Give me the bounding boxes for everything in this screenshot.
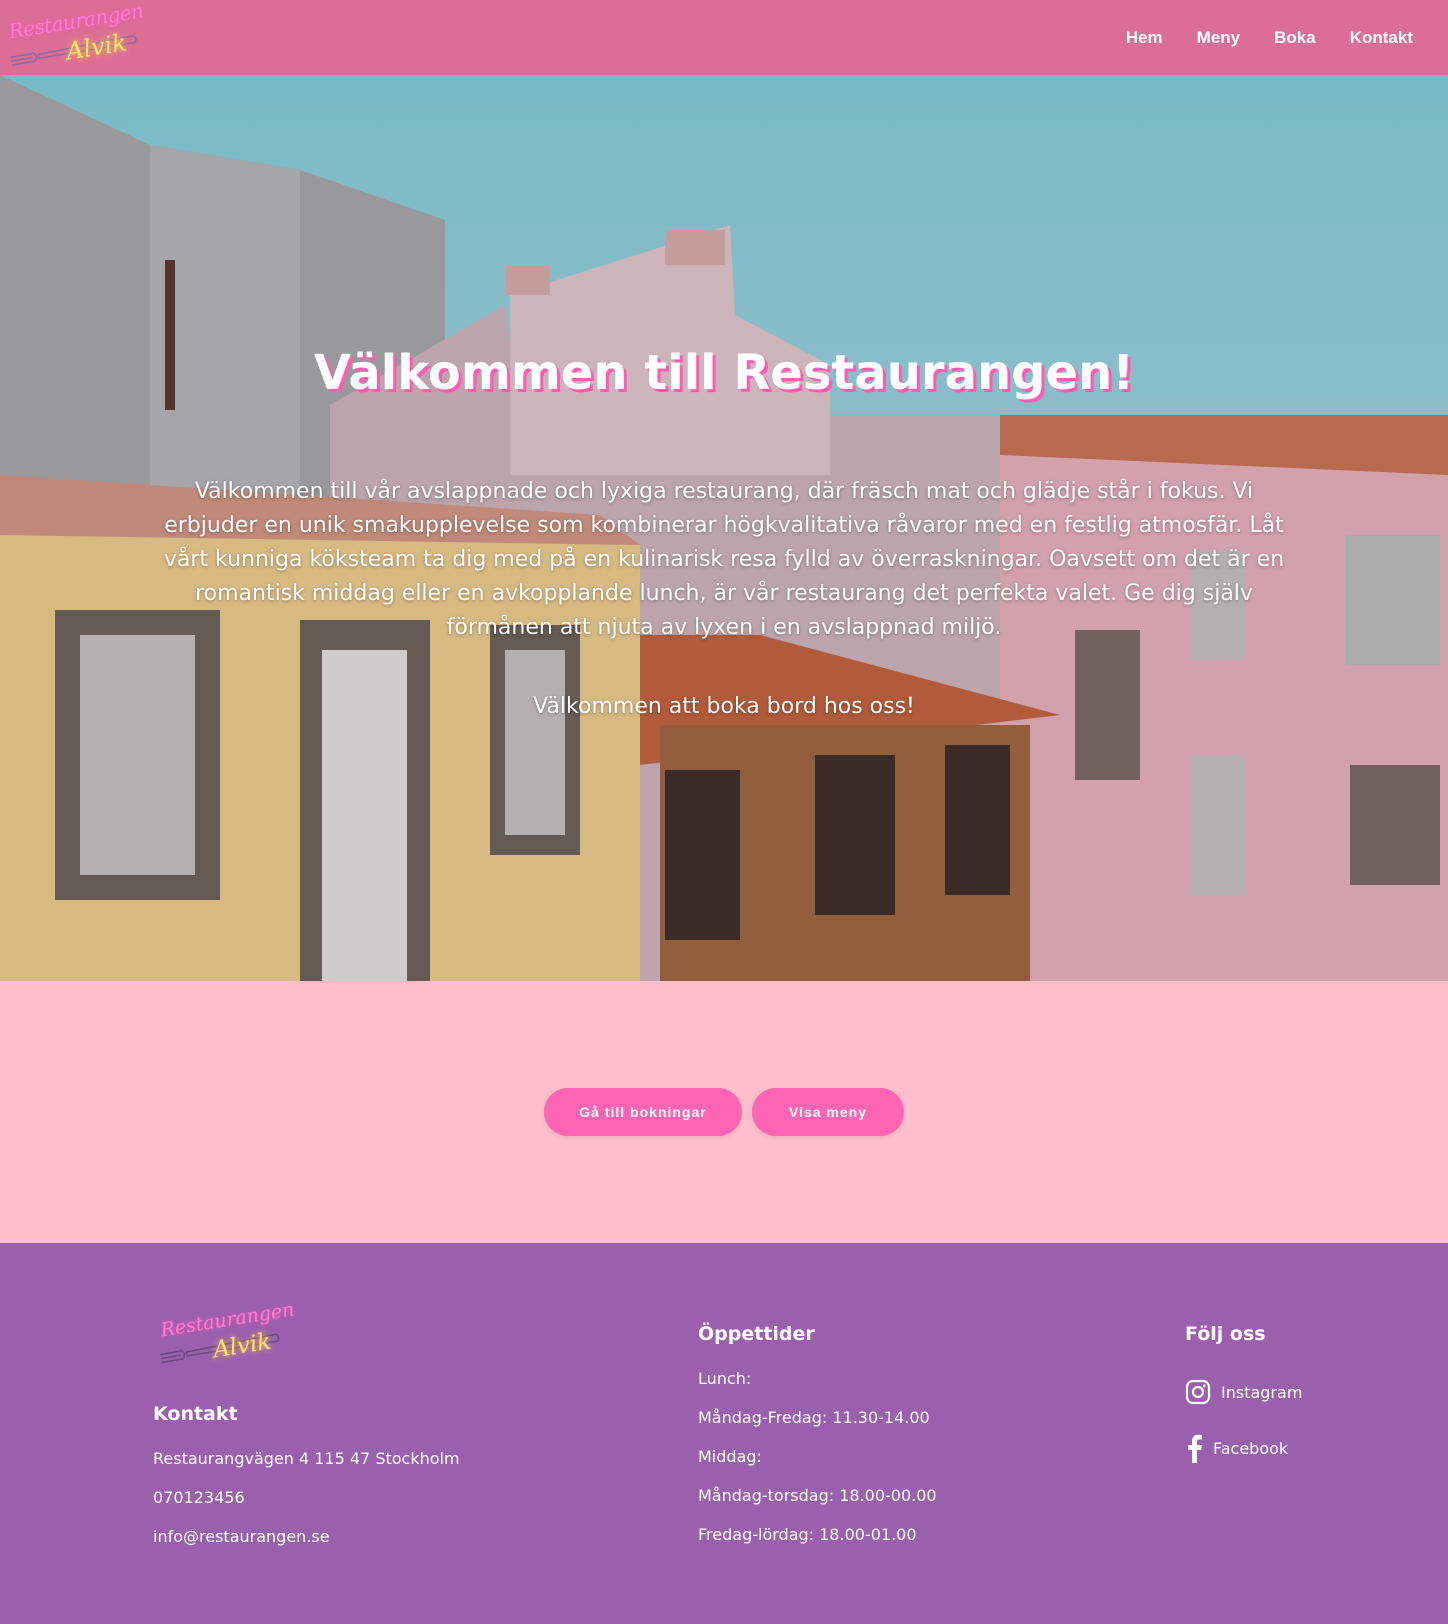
- footer-logo-text-alvik: Alvik: [211, 1328, 273, 1364]
- logo-text-alvik: Alvik: [64, 27, 129, 66]
- follow-us-heading: Följ oss: [1185, 1323, 1266, 1345]
- nav-meny[interactable]: Meny: [1180, 28, 1257, 48]
- instagram-link[interactable]: Instagram: [1185, 1379, 1302, 1405]
- lunch-label: Lunch:: [698, 1369, 752, 1388]
- footer-logo[interactable]: Restaurangen Alvik: [158, 1299, 296, 1373]
- facebook-link[interactable]: Facebook: [1185, 1433, 1288, 1463]
- opening-hours-heading: Öppettider: [698, 1323, 815, 1345]
- hero-description: Välkommen till vår avslappnade och lyxig…: [163, 479, 1285, 640]
- main-nav: Hem Meny Boka Kontakt: [1109, 28, 1430, 48]
- instagram-icon: [1185, 1379, 1211, 1405]
- dinner-label: Middag:: [698, 1447, 762, 1466]
- hero-section: Välkommen till Restaurangen! Välkommen t…: [0, 75, 1448, 981]
- contact-address: Restaurangvägen 4 115 47 Stockholm: [153, 1449, 460, 1468]
- contact-email[interactable]: info@restaurangen.se: [153, 1527, 330, 1546]
- go-to-bookings-button[interactable]: Gå till bokningar: [544, 1088, 742, 1136]
- instagram-label: Instagram: [1221, 1382, 1303, 1402]
- facebook-label: Facebook: [1213, 1438, 1289, 1458]
- contact-heading: Kontakt: [153, 1403, 238, 1425]
- dinner-hours-weekend: Fredag-lördag: 18.00-01.00: [698, 1525, 917, 1544]
- site-footer: Restaurangen Alvik Kontakt Restaurangväg…: [0, 1243, 1448, 1624]
- site-header: Restaurangen Alvik Hem Meny Boka Kontakt: [0, 0, 1448, 75]
- lunch-hours: Måndag-Fredag: 11.30-14.00: [698, 1408, 930, 1427]
- nav-hem[interactable]: Hem: [1109, 28, 1180, 48]
- hero-booking-invite: Välkommen att boka bord hos oss!: [533, 694, 915, 719]
- show-menu-button[interactable]: Visa meny: [752, 1088, 904, 1136]
- nav-boka[interactable]: Boka: [1257, 28, 1333, 48]
- site-logo[interactable]: Restaurangen Alvik: [6, 0, 146, 73]
- nav-kontakt[interactable]: Kontakt: [1333, 28, 1430, 48]
- cta-section: Gå till bokningar Visa meny: [0, 981, 1448, 1243]
- contact-phone[interactable]: 070123456: [153, 1488, 245, 1507]
- dinner-hours-weekdays: Måndag-torsdag: 18.00-00.00: [698, 1486, 937, 1505]
- hero-title: Välkommen till Restaurangen!: [313, 345, 1135, 401]
- facebook-icon: [1188, 1434, 1202, 1463]
